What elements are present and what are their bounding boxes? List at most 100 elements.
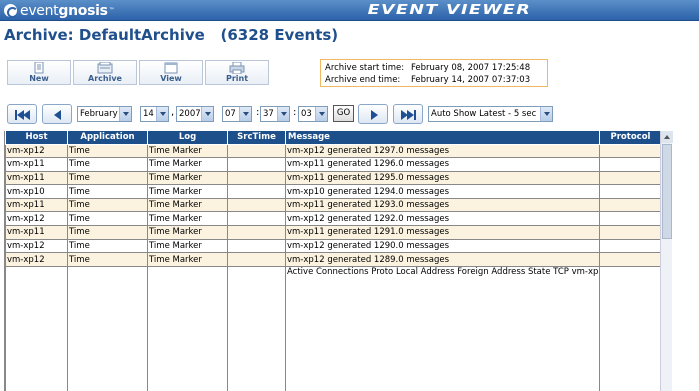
time-colon-1: :: [256, 107, 260, 118]
cell-protocol: [599, 143, 660, 159]
cell-srctime: [227, 238, 286, 254]
go-button[interactable]: GO: [333, 105, 354, 122]
scrollbar-thumb[interactable]: [662, 144, 672, 239]
table-row[interactable]: vm-xp12 Time Time Marker vm-xp12 generated …: [5, 143, 660, 159]
cell-message: vm-xp12 generated 1290.0 messages: [285, 238, 600, 254]
print-button[interactable]: Print: [205, 60, 269, 85]
logo-text-event: event: [20, 2, 59, 19]
second-select[interactable]: 03: [298, 106, 328, 122]
table-row[interactable]: vm-xp12 Time Time Marker vm-xp12 generated …: [5, 252, 660, 267]
column-header-srctime[interactable]: SrcTime: [227, 131, 286, 145]
column-header-application[interactable]: Application: [67, 131, 148, 145]
table-row[interactable]: vm-xp11 Time Time Marker vm-xp11 generated …: [5, 225, 660, 240]
chevron-down-icon: [540, 107, 552, 121]
cell-srctime: [227, 252, 286, 267]
month-select[interactable]: February: [77, 106, 132, 122]
cell-protocol: [599, 157, 660, 172]
column-header-message[interactable]: Message: [285, 131, 600, 145]
cell-host: vm-xp12: [5, 238, 68, 254]
cell-application: Time: [67, 252, 148, 267]
scroll-up-icon[interactable]: [661, 131, 673, 143]
view-button-label: View: [160, 74, 182, 83]
archive-icon: [97, 61, 113, 74]
next-button[interactable]: [358, 104, 388, 124]
cell-log: Time Marker: [147, 225, 228, 240]
year-select[interactable]: 2007: [176, 106, 214, 122]
cell-message: Active Connections Proto Local Address F…: [285, 265, 600, 391]
cell-application: Time: [67, 143, 148, 159]
cell-protocol: [599, 225, 660, 240]
cell-message: vm-xp11 generated 1296.0 messages: [285, 157, 600, 172]
first-page-button[interactable]: [7, 104, 37, 124]
cell-host: vm-xp11: [5, 170, 68, 186]
table-row[interactable]: vm-xp12 Time Time Marker vm-xp12 generated …: [5, 238, 660, 254]
column-header-log[interactable]: Log: [147, 131, 228, 145]
cell-srctime: [227, 211, 286, 227]
cell-host: vm-xp10: [5, 184, 68, 199]
chevron-down-icon: [239, 107, 251, 121]
cell-log: Time Marker: [147, 238, 228, 254]
cell-application: Time: [67, 184, 148, 199]
archive-button[interactable]: Archive: [73, 60, 137, 85]
chevron-down-icon: [119, 107, 131, 121]
cell-message: vm-xp12 generated 1297.0 messages: [285, 143, 600, 159]
column-header-host[interactable]: Host: [5, 131, 68, 145]
new-document-icon: [31, 61, 47, 74]
cell-message: vm-xp12 generated 1289.0 messages: [285, 252, 600, 267]
minute-select[interactable]: 37: [260, 106, 290, 122]
view-button[interactable]: View: [139, 60, 203, 85]
archive-time-info: Archive start time: February 08, 2007 17…: [320, 59, 548, 87]
cell-srctime: [227, 170, 286, 186]
start-time-label: Archive start time:: [325, 63, 405, 73]
cell-log: [147, 265, 228, 391]
cell-host: vm-xp12: [5, 143, 68, 159]
hour-select[interactable]: 07: [222, 106, 252, 122]
auto-show-select[interactable]: Auto Show Latest - 5 sec: [428, 106, 553, 122]
chevron-down-icon: [315, 107, 327, 121]
cell-srctime: [227, 197, 286, 213]
chevron-down-icon: [156, 107, 168, 121]
cell-protocol: [599, 170, 660, 186]
table-row[interactable]: vm-xp10 Time Time Marker vm-xp10 generated …: [5, 184, 660, 199]
cell-srctime: [227, 184, 286, 199]
cell-log: Time Marker: [147, 252, 228, 267]
logo-icon: [4, 4, 18, 18]
cell-log: Time Marker: [147, 184, 228, 199]
cell-application: [67, 265, 148, 391]
table-row[interactable]: Active Connections Proto Local Address F…: [5, 265, 660, 391]
cell-host: [5, 265, 68, 391]
new-button[interactable]: New: [7, 60, 71, 85]
day-value: 14: [143, 109, 154, 119]
view-window-icon: [163, 62, 179, 74]
app-title: EVENT VIEWER: [367, 3, 531, 18]
cell-host: vm-xp12: [5, 211, 68, 227]
end-time-value: February 14, 2007 07:37:03: [411, 75, 531, 85]
eventgnosis-logo: event gnosis ™: [4, 2, 115, 19]
second-value: 03: [301, 109, 312, 119]
events-table: Host Application Log SrcTime Message Pro…: [4, 131, 660, 391]
cell-srctime: [227, 225, 286, 240]
cell-message: vm-xp11 generated 1295.0 messages: [285, 170, 600, 186]
top-banner: event gnosis ™ EVENT VIEWER: [0, 0, 699, 21]
hour-value: 07: [225, 109, 236, 119]
previous-button[interactable]: [42, 104, 72, 124]
cell-application: Time: [67, 211, 148, 227]
table-scrollbar[interactable]: [660, 131, 673, 391]
auto-show-value: Auto Show Latest - 5 sec: [431, 109, 537, 119]
day-select[interactable]: 14: [140, 106, 169, 122]
year-value: 2007: [179, 109, 201, 119]
last-page-button[interactable]: [393, 104, 423, 124]
chevron-down-icon: [201, 107, 213, 121]
table-row[interactable]: vm-xp11 Time Time Marker vm-xp11 generated …: [5, 197, 660, 213]
cell-application: Time: [67, 238, 148, 254]
month-value: February: [80, 109, 118, 119]
table-row[interactable]: vm-xp11 Time Time Marker vm-xp11 generated …: [5, 157, 660, 172]
cell-log: Time Marker: [147, 157, 228, 172]
page-title: Archive: DefaultArchive (6328 Events): [4, 26, 339, 44]
new-button-label: New: [29, 74, 49, 83]
print-button-label: Print: [225, 74, 249, 83]
table-row[interactable]: vm-xp12 Time Time Marker vm-xp12 generated …: [5, 211, 660, 227]
column-header-protocol[interactable]: Protocol: [599, 131, 660, 145]
cell-protocol: [599, 252, 660, 267]
table-row[interactable]: vm-xp11 Time Time Marker vm-xp11 generated …: [5, 170, 660, 186]
